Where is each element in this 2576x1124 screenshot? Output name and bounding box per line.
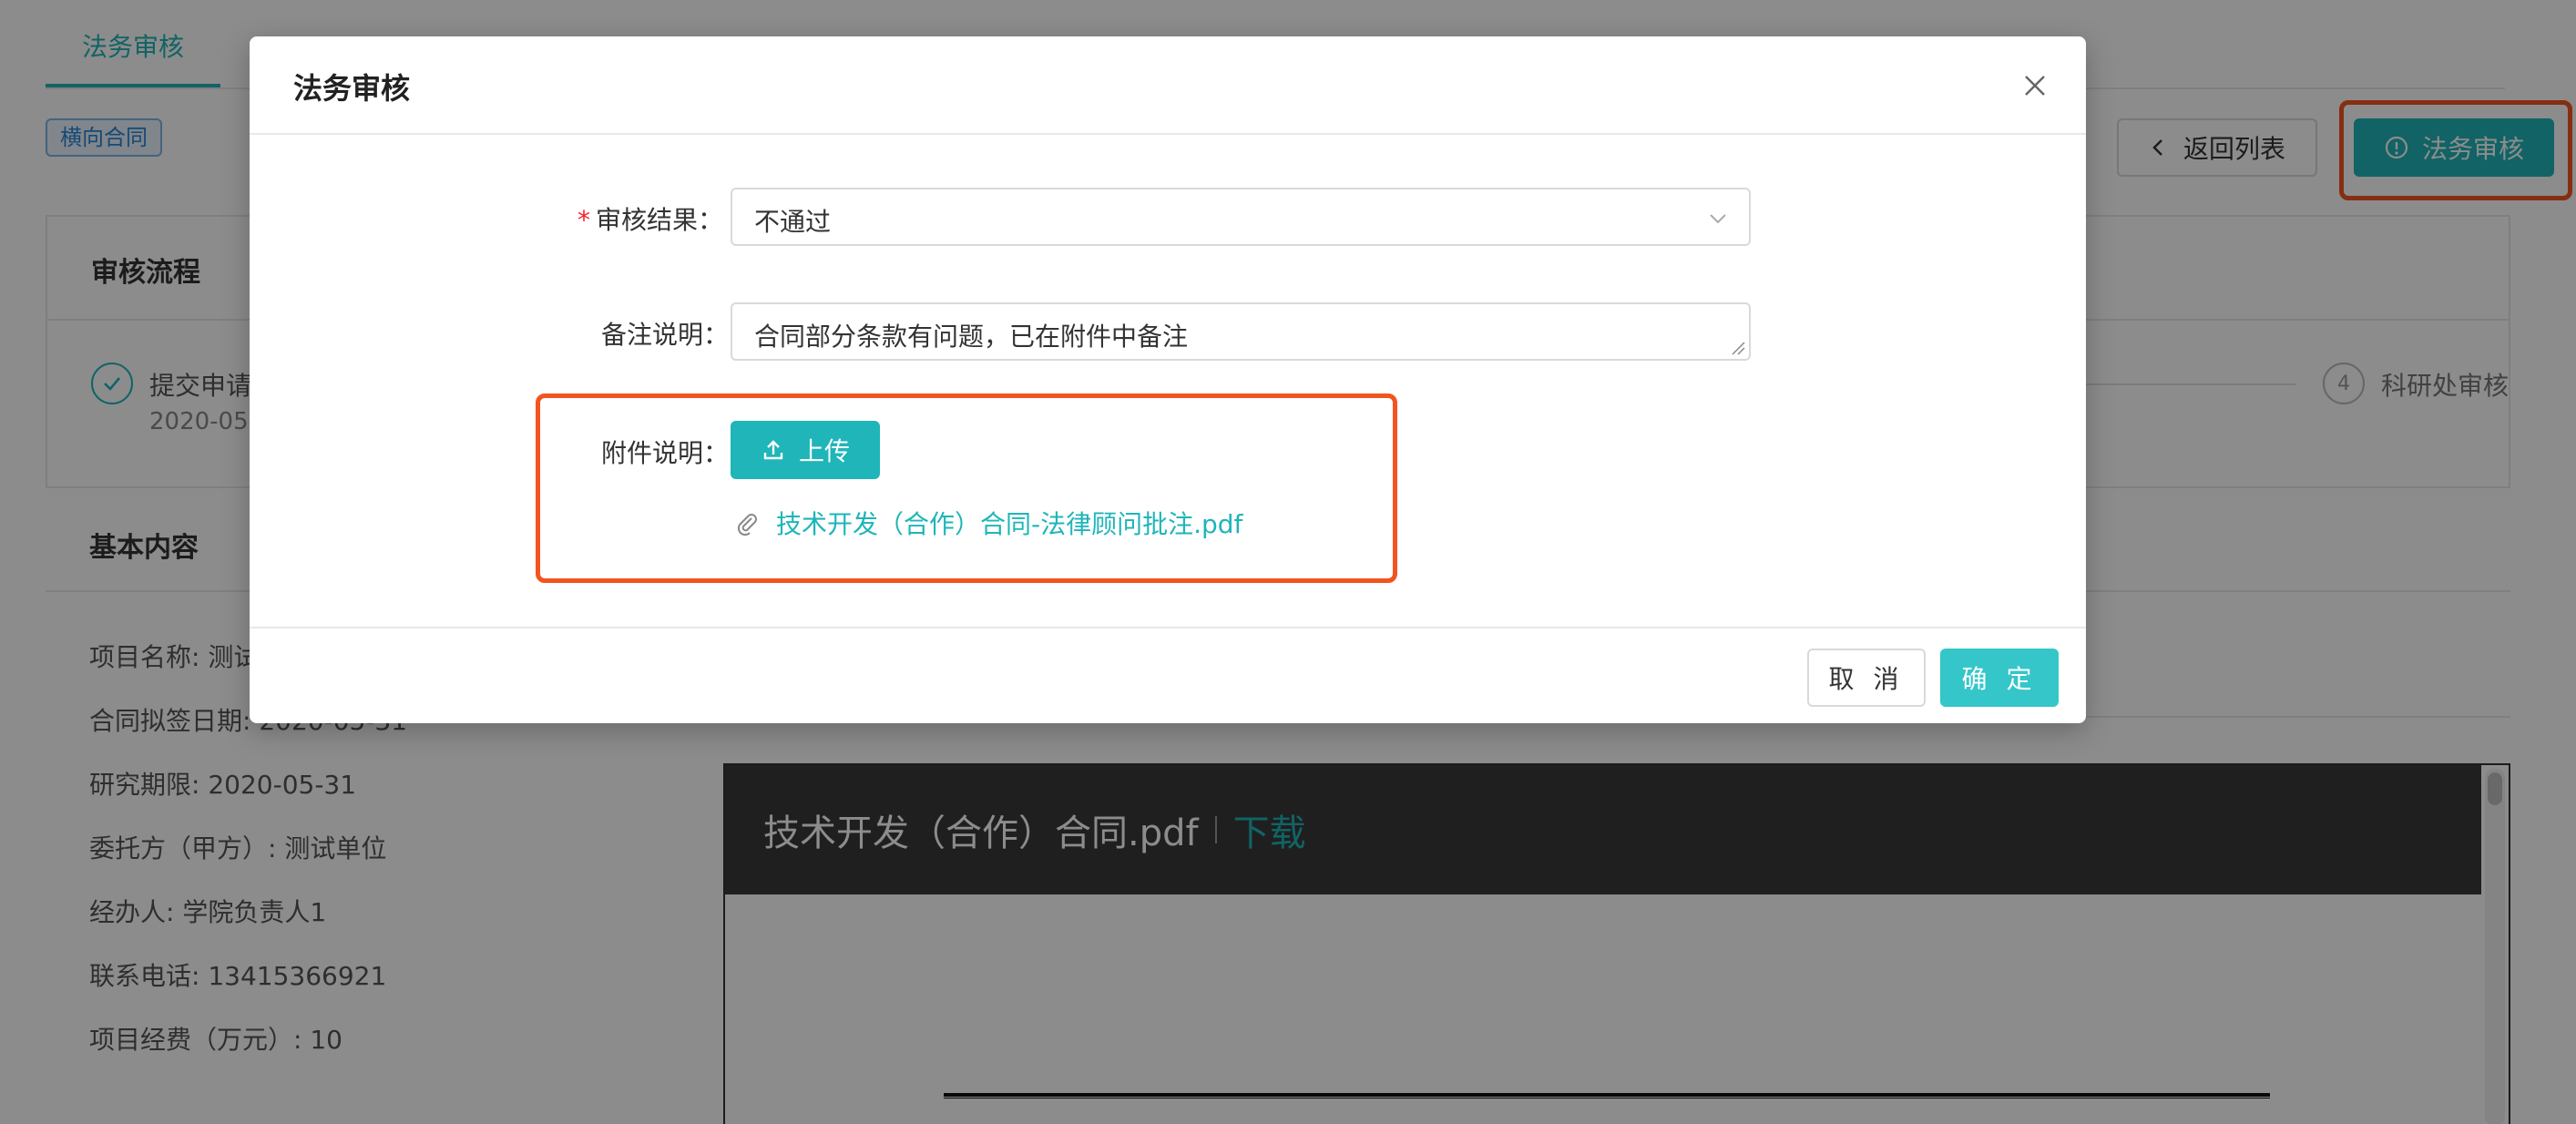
- required-asterisk: *: [578, 205, 590, 235]
- review-result-select[interactable]: 不通过: [731, 188, 1751, 246]
- remark-value: 合同部分条款有问题，已在附件中备注: [754, 322, 1189, 352]
- review-result-label-text: 审核结果：: [596, 205, 724, 235]
- review-result-value: 不通过: [754, 207, 832, 237]
- resize-grip-icon[interactable]: [1731, 341, 1745, 355]
- remark-textarea[interactable]: 合同部分条款有问题，已在附件中备注: [731, 302, 1751, 361]
- attachment-highlight-frame: [536, 393, 1397, 583]
- legal-review-dialog: 法务审核 * 审核结果： 不通过 备注说明： 合同部分条款有问题，已在附件中备注 …: [250, 36, 2086, 723]
- review-result-label: * 审核结果：: [578, 200, 723, 237]
- close-icon: [2025, 76, 2045, 96]
- remark-label: 备注说明：: [601, 320, 730, 350]
- confirm-button[interactable]: 确 定: [1940, 649, 2059, 707]
- dialog-close-button[interactable]: [2017, 67, 2053, 104]
- chevron-down-icon: [1710, 214, 1726, 224]
- dialog-header: [250, 36, 2086, 135]
- dialog-title: 法务审核: [293, 71, 411, 106]
- cancel-button[interactable]: 取 消: [1807, 649, 1926, 707]
